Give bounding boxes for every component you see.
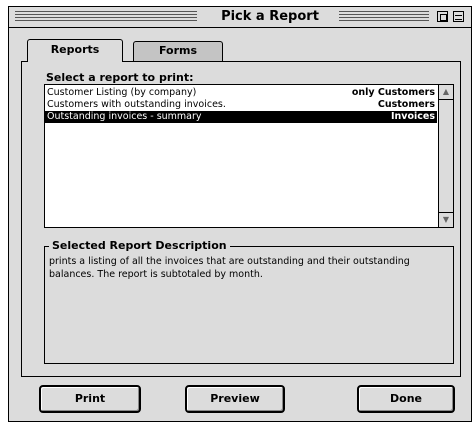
reports-panel: Select a report to print: Customer Listi… (21, 61, 461, 377)
tab-reports[interactable]: Reports (27, 39, 123, 62)
report-category: Customers (377, 99, 435, 110)
window-title: Pick a Report (205, 9, 335, 25)
list-item[interactable]: Customers with outstanding invoices. Cus… (45, 99, 437, 111)
zoom-box-icon[interactable] (437, 11, 448, 22)
list-scrollbar[interactable]: ▲ ▼ (438, 85, 453, 227)
description-text: prints a listing of all the invoices tha… (49, 256, 410, 280)
report-name: Outstanding invoices - summary (47, 111, 202, 122)
report-category: only Customers (351, 87, 435, 98)
print-button[interactable]: Print (39, 385, 141, 413)
description-box: Selected Report Description prints a lis… (44, 239, 454, 364)
list-item[interactable]: Customer Listing (by company) only Custo… (45, 87, 437, 99)
list-item-selected[interactable]: Outstanding invoices - summary Invoices (45, 111, 437, 123)
title-bar-stripes-right (339, 11, 429, 23)
scroll-up-arrow-icon[interactable]: ▲ (439, 85, 453, 100)
windowshade-box-icon[interactable] (453, 11, 464, 22)
select-report-label: Select a report to print: (46, 71, 194, 84)
title-bar-stripes-left (15, 11, 197, 23)
tab-forms[interactable]: Forms (133, 41, 223, 61)
description-title: Selected Report Description (49, 239, 230, 252)
report-category: Invoices (390, 111, 435, 122)
title-bar[interactable]: Pick a Report (9, 7, 471, 28)
done-button[interactable]: Done (357, 385, 455, 413)
preview-button[interactable]: Preview (185, 385, 285, 413)
report-name: Customers with outstanding invoices. (47, 99, 226, 110)
scroll-down-arrow-icon[interactable]: ▼ (439, 212, 453, 227)
report-list[interactable]: Customer Listing (by company) only Custo… (44, 84, 454, 228)
pick-report-window: Pick a Report Reports Forms Select a rep… (8, 6, 472, 422)
report-name: Customer Listing (by company) (47, 87, 197, 98)
